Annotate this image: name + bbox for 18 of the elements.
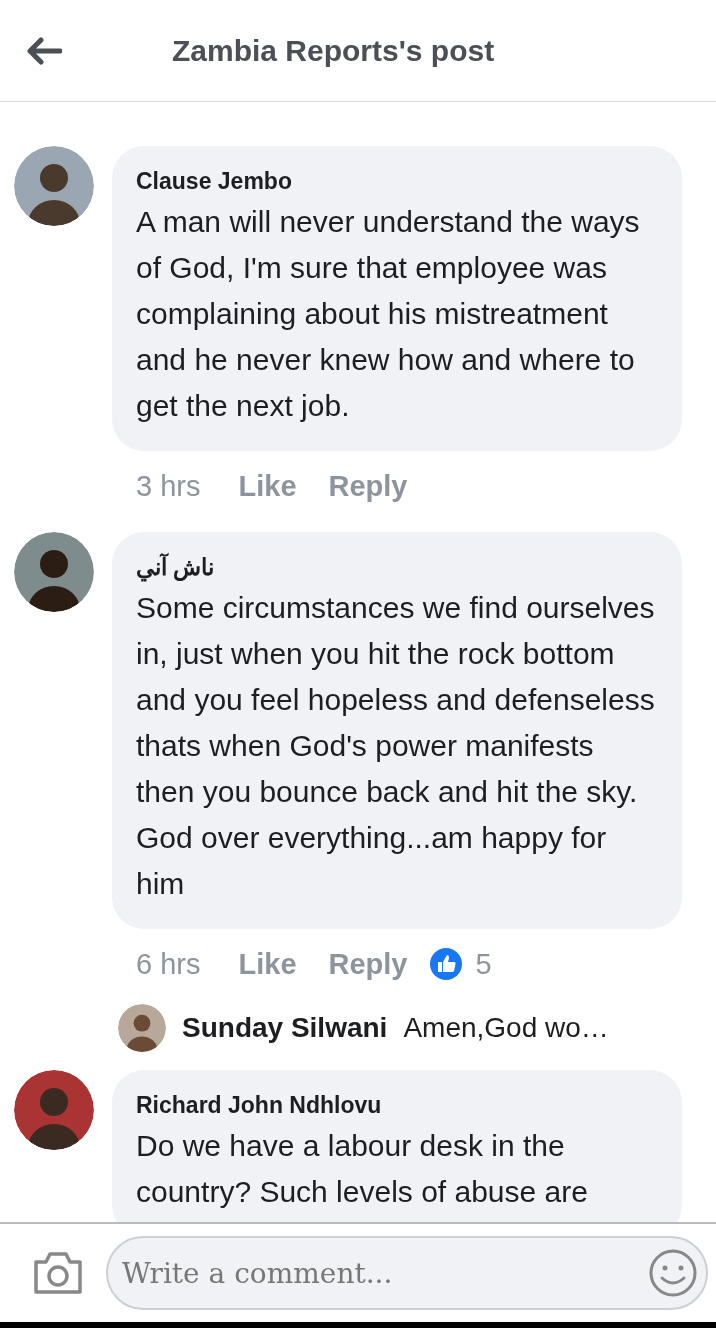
reply-author[interactable]: Sunday Silwani [182, 1007, 388, 1049]
comment-time: 6 hrs [136, 946, 201, 982]
comment-time: 3 hrs [136, 468, 201, 504]
comment-author[interactable]: Richard John Ndhlovu [136, 1088, 658, 1123]
comment-author[interactable]: ناش آني [136, 550, 658, 585]
reply-text: Amen,God wo… [403, 1011, 609, 1045]
comment-text: Some circumstances we find ourselves in, just when you hit the rock bottom and you feel hopeless and defenseless thats when God's power manifests then you bounce back and hit the sky. God over everything...am happy for him [136, 589, 656, 902]
comment-text: Do we have a labour desk in the country? Such levels of abuse are [136, 1127, 589, 1210]
reaction-count: 5 [475, 946, 492, 982]
avatar[interactable] [118, 1004, 166, 1052]
comment-text: A man will never understand the ways of God, I'm sure that employee was complaining about his mistreatment and he never knew how and where to get the next job. [136, 203, 641, 424]
comment-field[interactable]: Write a comment... [106, 1236, 708, 1310]
camera-icon[interactable] [32, 1250, 84, 1296]
back-arrow-icon[interactable] [26, 36, 62, 65]
emoji-icon[interactable] [648, 1248, 698, 1298]
post-title: Zambia Reports's post [172, 33, 495, 69]
comment-author[interactable]: Clause Jembo [136, 164, 658, 199]
like-reaction-icon [429, 948, 462, 981]
